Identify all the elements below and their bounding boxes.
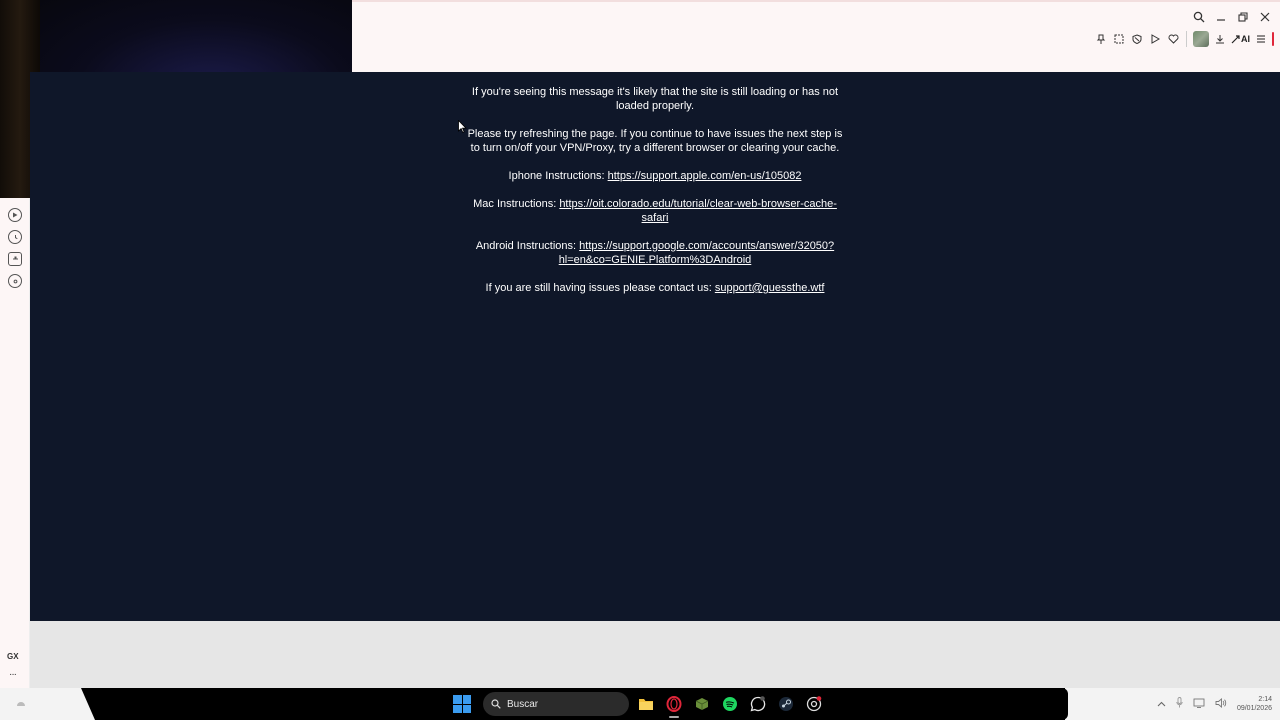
restore-icon[interactable]	[1234, 8, 1252, 26]
advice-text: Please try refreshing the page. If you c…	[467, 128, 843, 154]
widgets-icon[interactable]	[14, 696, 30, 712]
toolbar-separator	[1186, 31, 1187, 47]
display-icon[interactable]	[1193, 698, 1205, 711]
contact-label: If you are still having issues please co…	[485, 282, 712, 294]
extensions-icon[interactable]	[8, 252, 22, 266]
minimize-icon[interactable]	[1212, 8, 1230, 26]
player-icon[interactable]	[8, 208, 22, 222]
pin-icon[interactable]	[1094, 30, 1108, 48]
windows-icon[interactable]	[453, 695, 471, 713]
shield-icon[interactable]	[1130, 30, 1144, 48]
gx-corner-button[interactable]: GX	[7, 652, 19, 661]
aria-icon	[1231, 34, 1240, 43]
clock-date: 09/01/2026	[1236, 705, 1272, 712]
aria-ai-label: AI	[1241, 34, 1250, 44]
contact-email-link[interactable]: support@guessthe.wtf	[715, 282, 825, 294]
browser-topbar: AI	[352, 0, 1280, 72]
history-icon[interactable]	[8, 230, 22, 244]
spotify-icon[interactable]	[719, 693, 741, 715]
steam-icon[interactable]	[775, 693, 797, 715]
taskbar-clock[interactable]: 2:14 09/01/2026	[1237, 695, 1272, 713]
android-label: Android Instructions:	[475, 240, 577, 252]
search-icon	[491, 699, 501, 709]
page-bottom-strip	[30, 621, 1280, 688]
mac-link[interactable]: https://oit.colorado.edu/tutorial/clear-…	[559, 198, 837, 224]
page-content: If you're seeing this message it's likel…	[30, 72, 1280, 621]
sidebar-more-button[interactable]: ···	[9, 669, 17, 680]
mac-label: Mac Instructions:	[473, 198, 557, 210]
system-tray: 2:14 09/01/2026	[1157, 688, 1272, 720]
close-icon[interactable]	[1256, 8, 1274, 26]
profile-avatar[interactable]	[1193, 31, 1209, 47]
window-controls	[1190, 8, 1274, 26]
sidebar-accent-bar	[1272, 32, 1274, 46]
taskbar-apps: Buscar	[453, 692, 825, 718]
android-instructions: Android Instructions: https://support.go…	[465, 239, 845, 267]
clock-time: 2:14	[1258, 696, 1272, 703]
microphone-icon[interactable]	[1176, 697, 1183, 711]
chrome-icon[interactable]	[803, 693, 825, 715]
aria-ai-button[interactable]: AI	[1231, 34, 1250, 44]
iphone-instructions: Iphone Instructions: https://support.app…	[465, 169, 845, 183]
whatsapp-icon[interactable]	[747, 693, 769, 715]
menu-icon[interactable]	[1254, 30, 1268, 48]
download-icon[interactable]	[1213, 30, 1227, 48]
mac-instructions: Mac Instructions: https://oit.colorado.e…	[465, 197, 845, 225]
taskbar-search[interactable]: Buscar	[483, 692, 629, 716]
taskbar-edge	[1062, 688, 1068, 720]
file-explorer-icon[interactable]	[635, 693, 657, 715]
iphone-link[interactable]: https://support.apple.com/en-us/105082	[608, 170, 802, 182]
minecraft-icon[interactable]	[691, 693, 713, 715]
browser-toolbar: AI	[1094, 30, 1274, 48]
taskbar: Buscar 2:14 09/01/2026	[0, 688, 1280, 720]
heart-icon[interactable]	[1166, 30, 1180, 48]
opera-gx-icon[interactable]	[663, 693, 685, 718]
play-icon[interactable]	[1148, 30, 1162, 48]
chevron-up-icon[interactable]	[1157, 699, 1166, 710]
iphone-label: Iphone Instructions:	[508, 170, 605, 182]
taskbar-search-placeholder: Buscar	[507, 698, 539, 710]
android-link[interactable]: https://support.google.com/accounts/answ…	[559, 240, 834, 266]
browser-sidebar: GX ···	[0, 198, 30, 688]
loading-message: If you're seeing this message it's likel…	[465, 85, 845, 309]
contact-info: If you are still having issues please co…	[465, 281, 845, 295]
search-icon[interactable]	[1190, 8, 1208, 26]
intro-text: If you're seeing this message it's likel…	[471, 86, 839, 112]
volume-icon[interactable]	[1215, 697, 1227, 711]
settings-icon[interactable]	[8, 274, 22, 288]
snapshot-icon[interactable]	[1112, 30, 1126, 48]
